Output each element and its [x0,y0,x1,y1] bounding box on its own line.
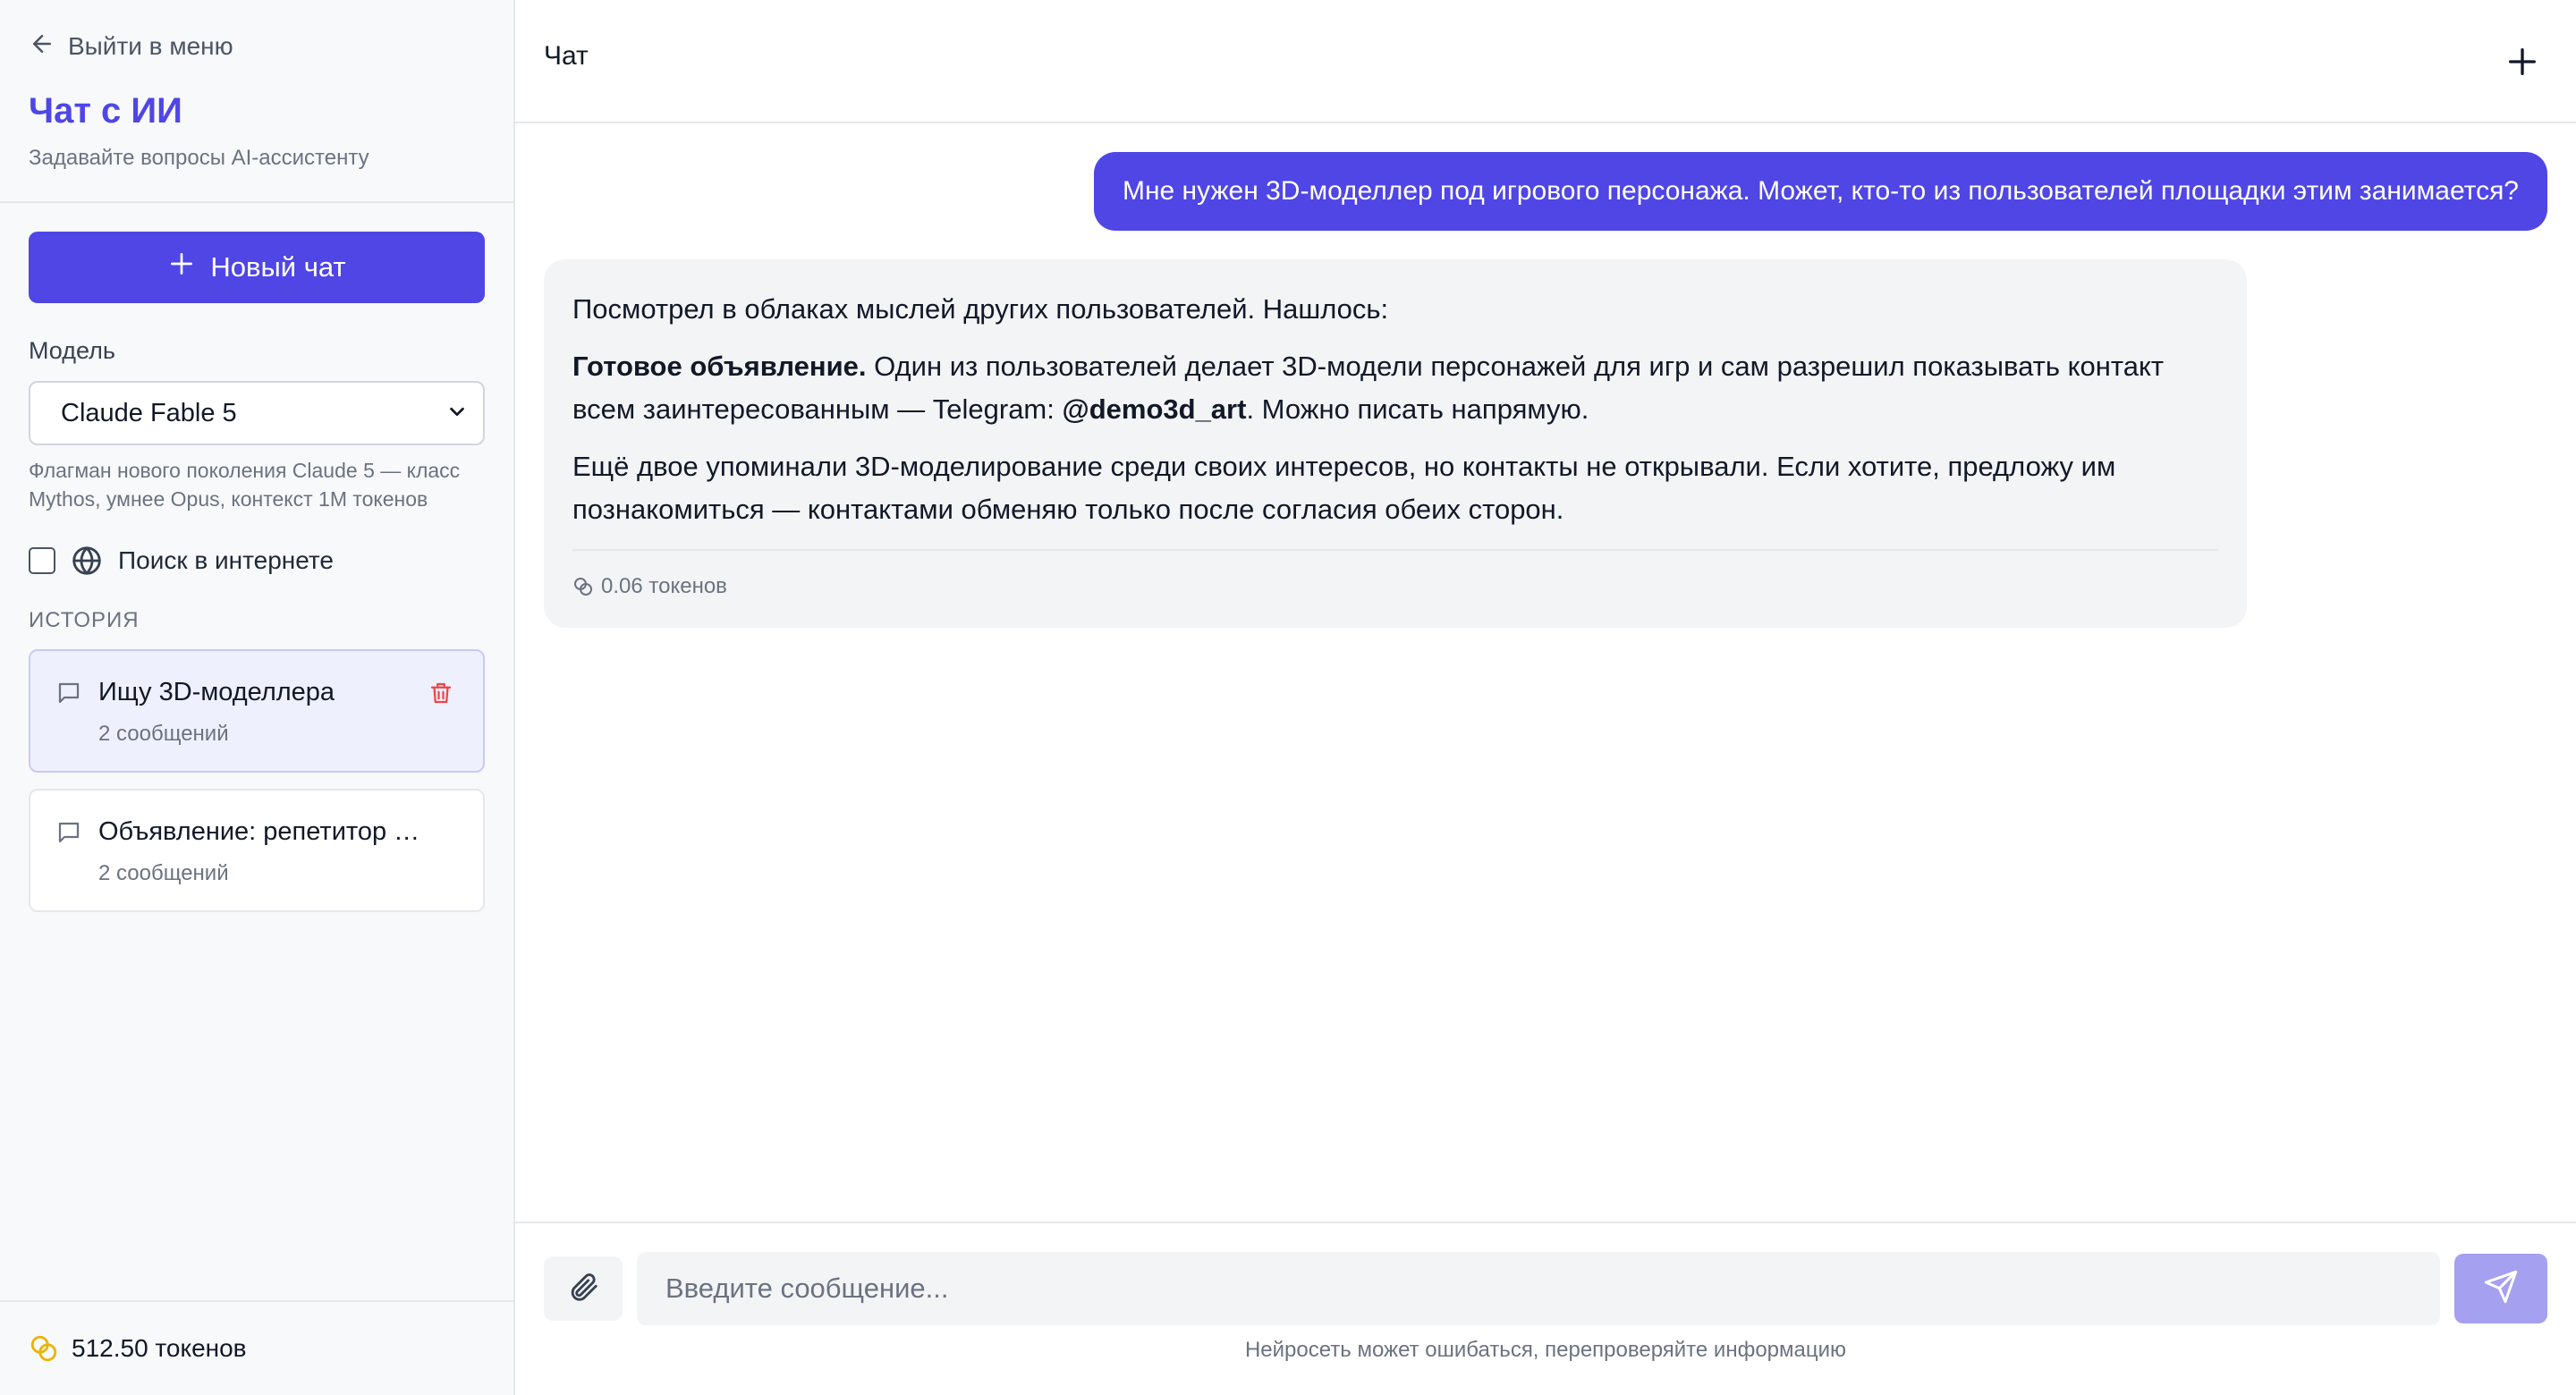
history-item-title: Ищу 3D-моделлера [98,678,335,706]
chevron-down-icon [447,399,467,428]
history-item[interactable]: Объявление: репетитор … 2 сообщений [29,789,485,912]
web-search-toggle[interactable]: Поиск в интернете [29,544,485,578]
chat-bubble-icon [55,817,82,846]
message-input[interactable] [637,1252,2440,1325]
model-selected-value: Claude Fable 5 [61,398,237,427]
message-token-cost: 0.06 токенов [572,549,2218,608]
chat-title: Чат [544,41,589,71]
web-search-checkbox[interactable] [29,547,55,574]
history-item[interactable]: Ищу 3D-моделлера 2 сообщений [29,649,485,773]
back-to-menu-label: Выйти в меню [68,32,233,60]
message-list: Мне нужен 3D-моделлер под игрового персо… [515,123,2576,1222]
back-to-menu-link[interactable]: Выйти в меню [29,27,485,66]
user-message: Мне нужен 3D-моделлер под игрового персо… [1093,152,2547,231]
token-cost-value: 0.06 токенов [601,574,727,598]
plus-icon [167,249,196,285]
globe-icon [70,544,104,578]
assistant-paragraph: Ещё двое упоминали 3D-моделирование сред… [572,451,2116,525]
history-item-title: Объявление: репетитор … [98,817,420,846]
disclaimer: Нейросеть может ошибаться, перепроверяйт… [1244,1338,1847,1362]
assistant-message: Посмотрел в облаках мыслей других пользо… [544,259,2247,628]
model-select[interactable]: Claude Fable 5 [29,381,485,445]
trash-icon[interactable] [428,680,454,706]
token-balance-value: 512.50 токенов [72,1334,247,1362]
telegram-handle: @demo3d_art [1062,393,1247,425]
chat-main: Чат Мне нужен 3D-моделлер под игрового п… [515,0,2576,1395]
history-item-count: 2 сообщений [98,861,229,885]
assistant-bold-heading: Готовое объявление. [572,351,867,382]
sidebar-body: Новый чат Модель Claude Fable 5 Флагман … [0,203,513,1300]
model-label: Модель [29,337,115,364]
token-balance: 512.50 токенов [0,1300,513,1395]
composer: Нейросеть может ошибаться, перепроверяйт… [515,1222,2576,1395]
send-button[interactable] [2454,1254,2547,1323]
assistant-text: . Можно писать напрямую. [1246,393,1589,425]
new-chat-label: Новый чат [210,251,346,283]
page-subtitle: Задавайте вопросы AI-ассистенту [29,146,369,170]
history-item-count: 2 сообщений [98,722,229,746]
plus-icon[interactable] [2504,44,2540,80]
new-chat-button[interactable]: Новый чат [29,232,485,303]
model-description: Флагман нового поколения Claude 5 — клас… [29,459,461,511]
coins-icon [29,1333,59,1364]
attach-button[interactable] [544,1256,623,1321]
sidebar-header: Выйти в меню Чат с ИИ Задавайте вопросы … [0,0,513,203]
paperclip-icon [566,1270,600,1308]
chat-header: Чат [515,0,2576,123]
arrow-left-icon [29,30,55,63]
sidebar: Выйти в меню Чат с ИИ Задавайте вопросы … [0,0,515,1395]
assistant-intro: Посмотрел в облаках мыслей других пользо… [572,293,1389,325]
send-icon [2483,1269,2519,1309]
page-title: Чат с ИИ [29,91,182,131]
assistant-paragraph: Готовое объявление. Один из пользователе… [572,345,2218,431]
history-label: ИСТОРИЯ [29,608,140,632]
chat-bubble-icon [55,678,82,706]
web-search-label: Поиск в интернете [118,546,334,574]
coins-icon [572,576,594,597]
